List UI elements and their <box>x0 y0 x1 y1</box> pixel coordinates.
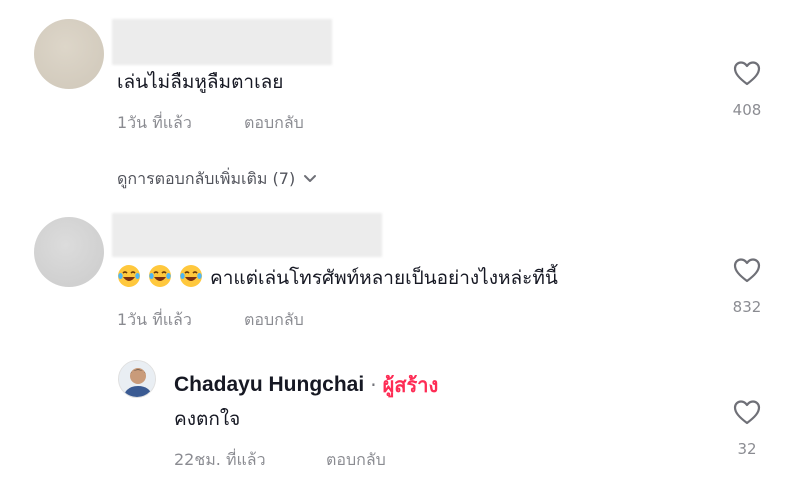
creator-header: Chadayu Hungchai · ผู้สร้าง <box>174 369 438 401</box>
comment-text: เล่นไม่ลืมหูลืมตาเลย <box>117 71 284 93</box>
like-button[interactable] <box>727 399 767 425</box>
heart-outline-icon <box>733 61 761 86</box>
reply-time: 22ชม. ที่แล้ว <box>174 450 266 469</box>
like-count: 408 <box>732 101 762 119</box>
reply-text: คงตกใจ <box>174 408 241 430</box>
commenter-avatar[interactable] <box>34 217 104 287</box>
commenter-name-redacted <box>112 19 332 65</box>
like-button[interactable] <box>727 60 767 86</box>
view-more-replies-button[interactable]: ดูการตอบกลับเพิ่มเติม (7) <box>117 168 317 190</box>
reply-button[interactable]: ตอบกลับ <box>326 450 386 470</box>
heart-outline-icon <box>733 258 761 283</box>
face-with-tears-of-joy-icon <box>148 264 172 288</box>
comment-text: คาแต่เล่นโทรศัพท์หลายเป็นอย่างไงหล่ะทีนี… <box>210 267 558 289</box>
creator-name[interactable]: Chadayu Hungchai <box>174 373 364 397</box>
like-count: 32 <box>737 440 757 458</box>
commenter-name-redacted <box>112 213 382 257</box>
like-count: 832 <box>732 298 762 316</box>
face-with-tears-of-joy-icon <box>117 264 141 288</box>
creator-avatar-image <box>119 361 155 397</box>
comment-text-row: คาแต่เล่นโทรศัพท์หลายเป็นอย่างไงหล่ะทีนี… <box>117 264 558 290</box>
chevron-down-icon <box>304 175 317 182</box>
creator-avatar[interactable] <box>118 360 156 398</box>
comment-time: 1วัน ที่แล้ว <box>117 113 192 132</box>
heart-outline-icon <box>733 400 761 425</box>
creator-badge: ผู้สร้าง <box>382 373 439 397</box>
commenter-avatar[interactable] <box>34 19 104 89</box>
reply-button[interactable]: ตอบกลับ <box>244 113 304 133</box>
view-more-label: ดูการตอบกลับเพิ่มเติม (7) <box>117 169 296 188</box>
comment-time: 1วัน ที่แล้ว <box>117 310 192 329</box>
separator-dot: · <box>370 373 377 397</box>
like-button[interactable] <box>727 257 767 283</box>
reply-button[interactable]: ตอบกลับ <box>244 310 304 330</box>
face-with-tears-of-joy-icon <box>179 264 203 288</box>
